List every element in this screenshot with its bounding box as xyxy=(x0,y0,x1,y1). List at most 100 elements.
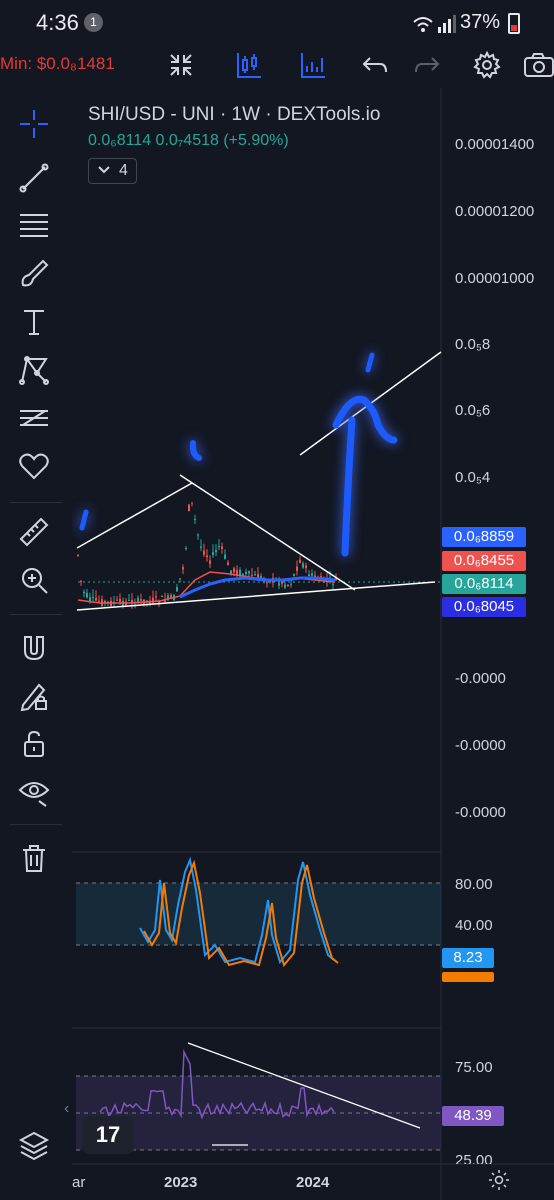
candle-body xyxy=(296,566,298,571)
stoch-rsi-panel xyxy=(76,856,441,968)
candle-body xyxy=(77,554,79,556)
tradingview-logo: 17 xyxy=(82,1116,134,1154)
candle-body xyxy=(161,595,163,597)
indicator-collapse-button[interactable]: 4 xyxy=(88,158,137,184)
candle-body xyxy=(200,546,202,548)
price-tag: 0.0₆8859 xyxy=(442,527,526,547)
candle-body xyxy=(293,574,295,576)
drawing-tools-sidebar xyxy=(0,88,72,1168)
favorites-heart-icon[interactable] xyxy=(14,446,54,486)
chart-area[interactable] xyxy=(72,88,554,1200)
candle-body xyxy=(128,599,130,601)
candle-body xyxy=(140,599,142,601)
candle-body xyxy=(278,583,280,586)
symbol-title[interactable]: SHI/USD - UNI · 1W · DEXTools.io xyxy=(88,104,380,126)
min-price-label: Min: $0.0₈1481 xyxy=(0,54,115,73)
rsi-axis-label: 25.00 xyxy=(455,1152,493,1164)
candle-body xyxy=(179,578,181,580)
undo-icon[interactable] xyxy=(360,50,390,80)
candle-body xyxy=(284,584,286,588)
candle-body xyxy=(248,570,250,574)
candle-body xyxy=(83,591,85,594)
ruler-icon[interactable] xyxy=(14,512,54,552)
chart-type-icon[interactable] xyxy=(234,50,264,80)
stoch-axis-label: 40.00 xyxy=(455,917,493,934)
candle-body xyxy=(305,565,307,568)
candle-body xyxy=(95,597,97,601)
trend-line-upper-left xyxy=(76,482,193,549)
candle-body xyxy=(137,597,139,603)
pattern-icon[interactable] xyxy=(14,350,54,390)
unlock-icon[interactable] xyxy=(14,724,54,764)
stoch-d-tag xyxy=(442,972,494,982)
price-axis-label: 0.00001400 xyxy=(455,136,535,153)
indicators-icon[interactable] xyxy=(298,50,328,80)
lock-drawing-icon[interactable] xyxy=(14,676,54,716)
candle-body xyxy=(185,548,187,550)
time-axis-label: ar xyxy=(72,1174,86,1191)
redo-icon[interactable] xyxy=(412,50,442,80)
candle-body xyxy=(188,504,190,512)
price-axis-label: -0.0000 xyxy=(455,804,506,821)
candle-body xyxy=(233,568,235,573)
axis-settings-icon[interactable] xyxy=(487,1168,511,1197)
candle-body xyxy=(224,554,226,559)
candle-body xyxy=(98,600,100,602)
zoom-in-icon[interactable] xyxy=(14,560,54,600)
rsi-value-tag: 48.39 xyxy=(442,1106,504,1126)
magnet-icon[interactable] xyxy=(14,628,54,668)
fib-retracement-icon[interactable] xyxy=(14,204,54,244)
price-axis-label: 0.00001000 xyxy=(455,270,535,287)
candle-body xyxy=(299,559,301,563)
fullscreen-icon[interactable] xyxy=(166,50,196,80)
candle-body xyxy=(176,587,178,592)
candle-body xyxy=(260,575,262,579)
visibility-eye-icon[interactable] xyxy=(14,772,54,812)
candle-body xyxy=(221,546,223,549)
candle-body xyxy=(218,546,220,548)
battery-percent: 37% xyxy=(460,11,501,33)
stoch-axis-label: 80.00 xyxy=(455,876,493,893)
camera-icon[interactable] xyxy=(522,50,554,80)
prediction-icon[interactable] xyxy=(14,398,54,438)
object-tree-icon[interactable] xyxy=(14,1126,54,1166)
trend-line-icon[interactable] xyxy=(14,158,54,198)
candle-body xyxy=(209,560,211,564)
candle-body xyxy=(92,596,94,598)
main-price-panel xyxy=(76,351,442,611)
text-tool-icon[interactable] xyxy=(14,302,54,342)
trash-icon[interactable] xyxy=(14,838,54,878)
crosshair-icon[interactable] xyxy=(14,104,54,144)
price-axis-label: -0.0000 xyxy=(455,737,506,754)
price-tag: 0.0₆8455 xyxy=(442,551,526,571)
candle-body xyxy=(215,550,217,553)
candle-body xyxy=(194,519,196,521)
chart-toolbar: Min: $0.0₈1481 xyxy=(0,44,554,88)
price-axis-label: 0.0₅4 xyxy=(455,469,491,486)
brush-icon[interactable] xyxy=(14,254,54,294)
candle-body xyxy=(251,575,253,577)
candle-body xyxy=(290,584,292,586)
signal-icons xyxy=(412,14,456,39)
hand-annotations xyxy=(79,352,398,557)
settings-gear-icon[interactable] xyxy=(472,50,502,80)
time-axis-label: 2023 xyxy=(164,1174,198,1191)
candle-body xyxy=(212,552,214,556)
candle-body xyxy=(119,598,121,602)
candle-body xyxy=(239,569,241,576)
clock: 4:36 xyxy=(36,10,79,35)
time-axis-label: 2024 xyxy=(296,1174,330,1191)
candle-body xyxy=(308,574,310,577)
candle-body xyxy=(203,550,205,555)
candle-body xyxy=(332,583,334,585)
candle-body xyxy=(281,581,283,584)
price-tag: 0.0₆8114 xyxy=(442,574,526,594)
candle-body xyxy=(197,534,199,536)
chart-legend: SHI/USD - UNI · 1W · DEXTools.io 0.0₆811… xyxy=(88,104,380,184)
ohlc-values: 0.0₆8114 0.0₇4518 (+5.90%) xyxy=(88,132,289,149)
price-axis-label: 0.0₅6 xyxy=(455,402,491,419)
chevron-left-icon[interactable]: ‹ xyxy=(64,1100,69,1118)
status-bar: 4:36 1 37% xyxy=(0,0,554,44)
candle-body xyxy=(266,582,268,584)
price-chart[interactable] xyxy=(72,88,554,1200)
